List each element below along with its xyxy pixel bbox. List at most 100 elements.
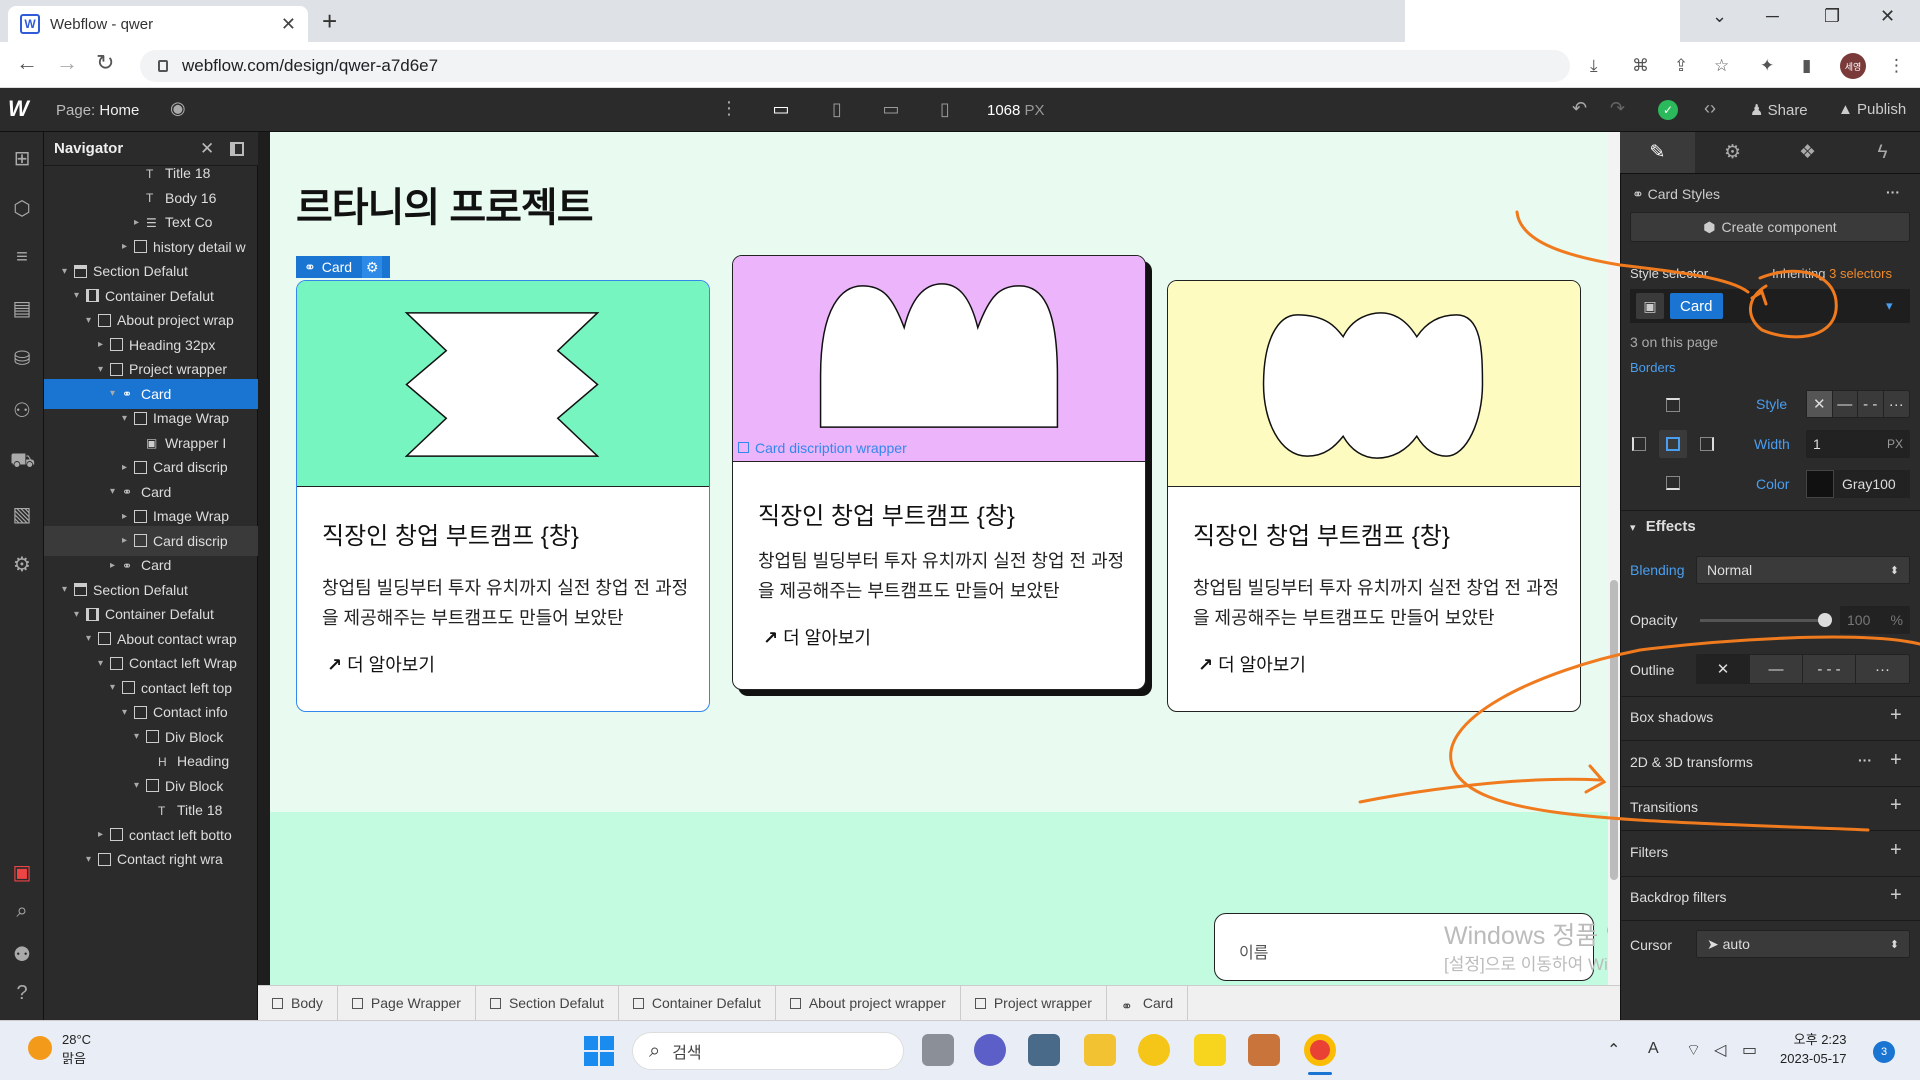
translate-icon[interactable]: ⌘ — [1632, 56, 1649, 76]
tab-search-chevron-icon[interactable]: ⌄ — [1712, 6, 1727, 27]
border-bottom-icon[interactable] — [1666, 476, 1680, 490]
caret-right-icon[interactable]: ▸ — [98, 829, 110, 840]
caret-right-icon[interactable]: ▸ — [110, 560, 122, 571]
selected-element-tag[interactable]: ⚭ Card ⚙ — [296, 256, 391, 278]
card-learn-more[interactable]: ↗ 더 알아보기 — [327, 651, 435, 677]
outline-solid-icon[interactable]: — — [1750, 655, 1803, 683]
page-heading[interactable]: 르타니의 프로젝트 — [296, 175, 594, 233]
start-windows-icon[interactable] — [584, 1036, 614, 1066]
navigator-dock-icon[interactable] — [230, 141, 244, 156]
border-style-dotted-icon[interactable]: ··· — [1884, 391, 1909, 417]
webflow-logo-icon[interactable]: W — [8, 96, 29, 122]
record-icon[interactable]: ▣ — [10, 860, 34, 884]
border-color-picker[interactable]: Gray100 — [1806, 470, 1910, 498]
volume-icon[interactable]: ◁ — [1714, 1040, 1726, 1060]
project-card-2[interactable]: 직장인 창업 부트캠프 {창} 창업팀 빌딩부터 투자 유치까지 실전 창업 전… — [732, 255, 1146, 690]
forward-icon[interactable]: → — [56, 50, 78, 76]
maximize-icon[interactable]: ❐ — [1824, 6, 1840, 27]
create-component-button[interactable]: ⬢ Create component — [1630, 212, 1910, 242]
breadcrumb-item[interactable]: Section Defalut — [476, 985, 619, 1021]
caret-down-icon[interactable]: ▾ — [122, 707, 134, 718]
team-icon[interactable]: ⚉ — [10, 942, 34, 966]
caret-down-icon[interactable]: ▾ — [98, 364, 110, 375]
inheriting-selectors-link[interactable]: 3 selectors — [1829, 266, 1892, 281]
caret-right-icon[interactable]: ▸ — [134, 217, 146, 228]
card-learn-more[interactable]: ↗ 더 알아보기 — [763, 624, 871, 650]
border-right-icon[interactable] — [1700, 437, 1714, 451]
settings-tab-icon[interactable]: ⚙ — [1695, 132, 1770, 173]
bookmark-star-icon[interactable]: ☆ — [1714, 56, 1729, 76]
outline-dotted-icon[interactable]: ··· — [1856, 655, 1909, 683]
caret-down-icon[interactable]: ▾ — [74, 609, 86, 620]
code-export-icon[interactable]: ‹› — [1704, 98, 1716, 119]
caret-down-icon[interactable]: ▾ — [110, 682, 122, 693]
symbols-icon[interactable]: ⬡ — [10, 196, 34, 220]
caret-down-icon[interactable]: ▾ — [122, 413, 134, 424]
desktop-breakpoint-icon[interactable]: ▭ — [766, 96, 796, 122]
caret-down-icon[interactable]: ▾ — [134, 731, 146, 742]
profile-avatar[interactable]: 세영 — [1840, 53, 1866, 79]
style-brush-tab-icon[interactable]: ✎ — [1620, 132, 1695, 173]
mobile-portrait-breakpoint-icon[interactable]: ▯ — [930, 96, 960, 122]
mobile-landscape-breakpoint-icon[interactable]: ▭ — [876, 96, 906, 122]
task-view-icon[interactable] — [922, 1034, 954, 1066]
page-selector[interactable]: Page: Home — [56, 102, 139, 119]
canvas-scrollbar[interactable] — [1608, 132, 1620, 1020]
battery-icon[interactable]: ▭ — [1742, 1040, 1757, 1060]
caret-right-icon[interactable]: ▸ — [122, 462, 134, 473]
outline-none-icon[interactable]: ✕ — [1697, 655, 1750, 683]
selector-dropdown-chevron-icon[interactable]: ▾ — [1886, 298, 1893, 314]
tray-chevron-up-icon[interactable]: ⌃ — [1607, 1040, 1620, 1060]
notification-badge[interactable]: 3 — [1873, 1041, 1895, 1063]
minimize-icon[interactable]: ─ — [1766, 6, 1779, 27]
add-backdrop-filter-icon[interactable]: + — [1890, 884, 1902, 907]
caret-down-icon[interactable]: ▾ — [74, 290, 86, 301]
breadcrumb-item[interactable]: Project wrapper — [961, 985, 1107, 1021]
caret-right-icon[interactable]: ▸ — [122, 241, 134, 252]
ime-indicator[interactable]: A — [1648, 1040, 1659, 1058]
interactions-bolt-icon[interactable]: ϟ — [1845, 132, 1920, 173]
taskbar-clock[interactable]: 오후 2:23 2023-05-17 — [1780, 1030, 1847, 1068]
opacity-slider[interactable] — [1700, 619, 1830, 622]
tablet-breakpoint-icon[interactable]: ▯ — [822, 96, 852, 122]
back-icon[interactable]: ← — [16, 50, 38, 76]
border-width-input[interactable]: 1 PX — [1806, 430, 1910, 458]
add-box-shadow-icon[interactable]: + — [1890, 704, 1902, 727]
caret-down-icon[interactable]: ▾ — [62, 584, 74, 595]
breadcrumb-item[interactable]: About project wrapper — [776, 985, 961, 1021]
transforms-more-icon[interactable]: ··· — [1858, 752, 1872, 768]
caret-down-icon[interactable]: ▾ — [110, 388, 122, 399]
caret-down-icon[interactable]: ▾ — [86, 315, 98, 326]
url-input[interactable]: webflow.com/design/qwer-a7d6e7 — [140, 50, 1570, 82]
window-close-icon[interactable]: ✕ — [1880, 6, 1895, 27]
file-explorer-icon[interactable] — [1084, 1034, 1116, 1066]
cursor-select[interactable]: ➤ auto ⬍ — [1696, 930, 1910, 958]
border-style-solid-icon[interactable]: — — [1833, 391, 1858, 417]
wifi-icon[interactable]: ⌔ — [1686, 1040, 1701, 1060]
more-vertical-icon[interactable]: ⋮ — [720, 98, 738, 119]
caret-down-icon[interactable]: ▾ — [86, 854, 98, 865]
border-left-icon[interactable] — [1632, 437, 1646, 451]
more-options-icon[interactable]: ··· — [1886, 184, 1900, 200]
share-button[interactable]: ♟ Share — [1750, 101, 1808, 119]
card-learn-more[interactable]: ↗ 더 알아보기 — [1198, 651, 1306, 677]
caret-down-icon[interactable]: ▾ — [62, 266, 74, 277]
canvas-scroll-thumb[interactable] — [1610, 580, 1618, 880]
weather-sun-icon[interactable] — [28, 1036, 52, 1060]
navigator-close-icon[interactable]: ✕ — [200, 139, 214, 159]
redo-icon[interactable]: ↷ — [1610, 98, 1625, 119]
breadcrumb-item[interactable]: Body — [258, 985, 338, 1021]
share-page-icon[interactable]: ⇪ — [1674, 56, 1688, 76]
caret-down-icon[interactable]: ▾ — [134, 780, 146, 791]
caret-right-icon[interactable]: ▸ — [122, 511, 134, 522]
outline-dashed-icon[interactable]: - - - — [1803, 655, 1856, 683]
caret-down-icon[interactable]: ▾ — [86, 633, 98, 644]
effects-section-header[interactable]: ▾ Effects — [1630, 518, 1696, 535]
preview-eye-icon[interactable]: ◉ — [170, 98, 186, 119]
navigator-icon[interactable]: ≡ — [10, 246, 34, 270]
browser-menu-icon[interactable]: ⋮ — [1888, 56, 1905, 76]
border-style-dashed-icon[interactable]: - - — [1858, 391, 1884, 417]
chrome-icon[interactable] — [1304, 1034, 1336, 1066]
add-transform-icon[interactable]: + — [1890, 749, 1902, 772]
sidepanel-icon[interactable]: ▮ — [1802, 56, 1811, 76]
